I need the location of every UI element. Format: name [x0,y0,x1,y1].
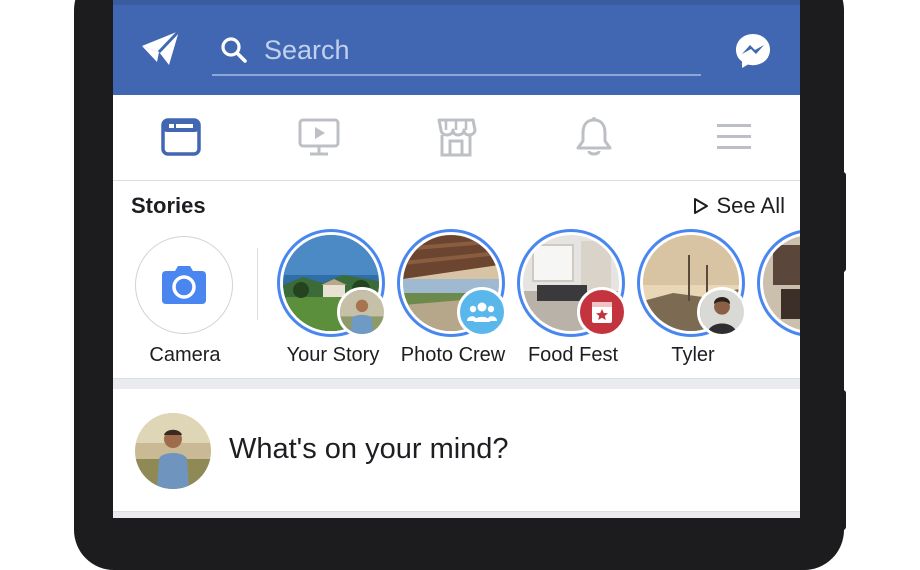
search-icon [221,37,247,63]
user-avatar [337,287,387,337]
status-strip [113,0,800,5]
search-bar[interactable] [212,26,701,76]
group-icon [457,287,507,337]
event-icon [577,287,627,337]
stories-header: Stories See All [131,193,791,221]
section-divider [113,512,800,518]
post-composer[interactable]: What's on your mind? [113,389,800,512]
avatar[interactable] [135,413,211,489]
tab-watch[interactable] [289,113,349,161]
story-label: Photo Crew [400,344,506,366]
story-label: Tyler [671,344,715,366]
story-label: Your Story [286,344,380,366]
play-icon [693,198,708,214]
phone-side-button [838,390,846,530]
stories-title: Stories [131,193,206,218]
paper-plane-icon[interactable] [137,26,185,70]
phone-side-button [838,172,846,272]
divider [257,248,258,320]
bell-icon [576,117,612,156]
hamburger-menu-icon [717,124,751,149]
tab-news-feed[interactable] [151,113,211,161]
composer-prompt: What's on your mind? [229,433,509,465]
section-divider [113,378,800,389]
tab-bar [113,95,800,181]
search-input[interactable] [264,34,684,66]
video-icon [298,118,340,156]
top-bar [113,0,800,95]
app-screen: Stories See All Camera [113,0,800,518]
tab-menu[interactable] [704,113,764,161]
user-avatar [697,287,747,337]
news-feed-icon [161,118,201,156]
see-all-label: See All [716,193,786,218]
tab-marketplace[interactable] [426,113,486,161]
messenger-icon[interactable] [729,28,777,74]
camera-button[interactable] [135,236,233,334]
tab-notifications[interactable] [564,113,624,161]
story-label: Me [743,344,800,367]
story-label: Food Fest [527,344,619,366]
camera-label: Camera [149,344,221,366]
marketplace-icon [437,118,477,157]
see-all-button[interactable]: See All [693,193,786,219]
camera-icon [162,266,206,304]
